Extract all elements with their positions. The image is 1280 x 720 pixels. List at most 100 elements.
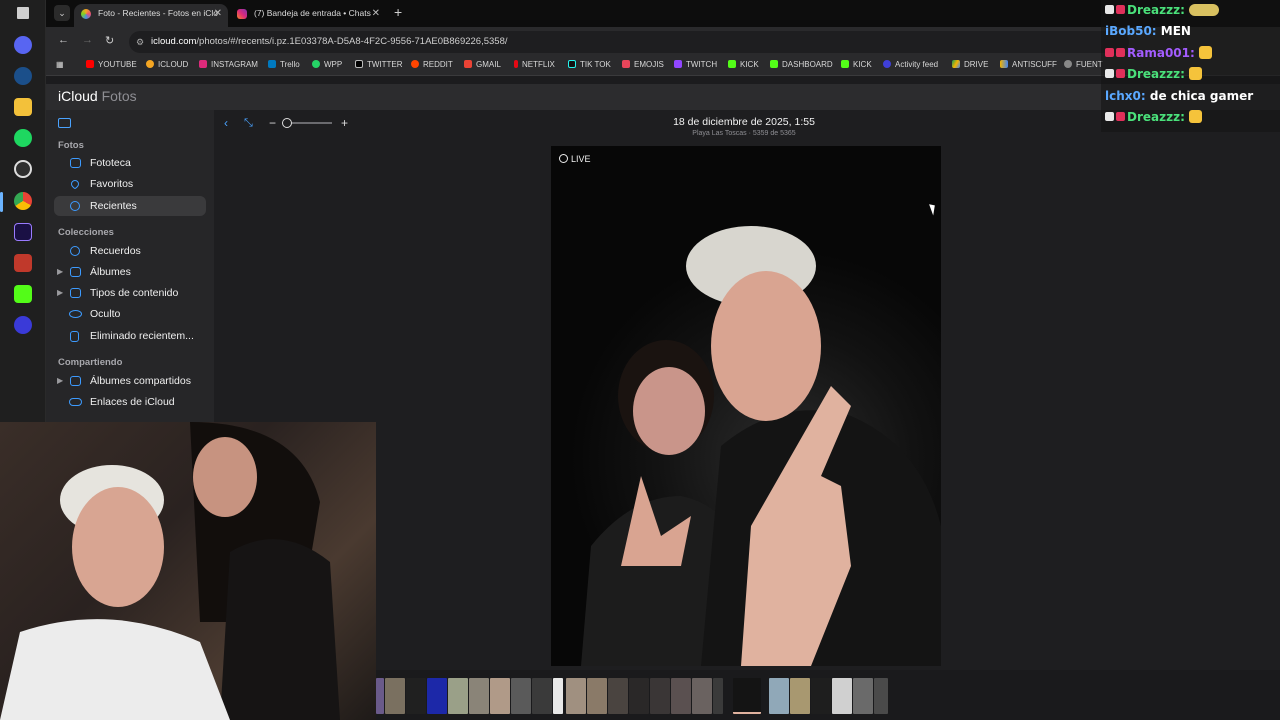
thumbnail[interactable] xyxy=(650,678,670,714)
thumbnail[interactable] xyxy=(790,678,810,714)
close-tab-icon[interactable]: ✕ xyxy=(372,4,380,23)
premiere-icon[interactable] xyxy=(14,223,32,241)
reddit-icon xyxy=(411,60,419,68)
sidebar-item-recuerdos[interactable]: Recuerdos xyxy=(54,241,206,261)
disclosure-chevron-icon[interactable]: ▶ xyxy=(57,262,63,282)
icloud-photos-logo[interactable]: iCloud Fotos xyxy=(58,88,137,104)
thumbnail[interactable] xyxy=(566,678,586,714)
thumbnail[interactable] xyxy=(629,678,649,714)
sidebar-item-albumes[interactable]: ▶ Álbumes xyxy=(54,262,206,282)
bookmark-reddit[interactable]: REDDIT xyxy=(411,60,453,69)
disclosure-chevron-icon[interactable]: ▶ xyxy=(57,283,63,303)
new-tab-plus-icon[interactable]: + xyxy=(394,4,402,20)
file-explorer-icon[interactable] xyxy=(14,98,32,116)
thumbnail[interactable] xyxy=(532,678,552,714)
bookmark-activity-feed[interactable]: Activity feed xyxy=(883,60,938,69)
thumbnail[interactable] xyxy=(853,678,873,714)
thumbnail[interactable] xyxy=(692,678,712,714)
thumbnail[interactable] xyxy=(427,678,447,714)
address-bar[interactable]: ⚙ icloud.com/photos/#/recents/i.pz.1E033… xyxy=(129,31,1129,53)
bookmark-kick[interactable]: KICK xyxy=(728,60,759,69)
obs-icon[interactable] xyxy=(14,160,32,178)
discord-icon[interactable] xyxy=(14,36,32,54)
tab-search-chevron-icon[interactable]: ⌄ xyxy=(54,5,70,21)
thumbnail[interactable] xyxy=(490,678,510,714)
zoom-out-icon[interactable]: − xyxy=(269,116,276,130)
live-photo-badge[interactable]: LIVE xyxy=(559,154,591,164)
thumbnail[interactable] xyxy=(469,678,489,714)
thumbnail[interactable] xyxy=(713,678,723,714)
webcam-woman-body xyxy=(220,539,340,720)
sidebar-toggle-icon[interactable] xyxy=(58,118,71,128)
bookmark-tiktok[interactable]: TIK TOK xyxy=(568,60,611,69)
webcam-woman-face xyxy=(193,437,257,517)
thumbnail[interactable] xyxy=(811,678,831,714)
thumbnail[interactable] xyxy=(769,678,789,714)
bookmark-wpp[interactable]: WPP xyxy=(312,60,342,69)
vip-badge-icon xyxy=(1116,112,1125,121)
tab-icloud-photos[interactable]: Foto - Recientes - Fotos en iClo ✕ xyxy=(74,4,228,27)
bookmark-netflix[interactable]: NETFLIX xyxy=(514,60,555,69)
mod-badge-icon xyxy=(1105,69,1114,78)
tab-title: Foto - Recientes - Fotos en iClo xyxy=(98,8,218,18)
disclosure-chevron-icon[interactable]: ▶ xyxy=(57,371,63,391)
chrome-icon[interactable] xyxy=(14,192,32,210)
thumbnail[interactable] xyxy=(448,678,468,714)
chat-username: iBob50: xyxy=(1105,24,1157,38)
thumbnail[interactable] xyxy=(553,678,563,714)
apps-grid-icon[interactable]: ▦ xyxy=(56,60,64,69)
zoom-slider-knob[interactable] xyxy=(282,118,292,128)
spotify-icon[interactable] xyxy=(14,129,32,147)
thumbnail[interactable] xyxy=(376,678,384,714)
thumbnail[interactable] xyxy=(406,678,426,714)
sidebar-item-fototeca[interactable]: Fototeca xyxy=(54,153,206,173)
exit-fullscreen-icon[interactable]: ⤡ xyxy=(244,117,253,130)
sidebar-item-favoritos[interactable]: Favoritos xyxy=(54,174,206,194)
back-chevron-icon[interactable]: ‹ xyxy=(224,116,228,130)
sidebar-item-tipos-de-contenido[interactable]: ▶ Tipos de contenido xyxy=(54,283,206,303)
bookmark-icloud[interactable]: ICLOUD xyxy=(146,60,188,69)
bookmark-youtube[interactable]: YOUTUBE xyxy=(86,60,137,69)
bookmark-emojis[interactable]: EMOJIS xyxy=(622,60,664,69)
bookmark-instagram[interactable]: INSTAGRAM xyxy=(199,60,258,69)
forward-arrow-icon[interactable]: → xyxy=(82,34,93,46)
close-tab-icon[interactable]: ✕ xyxy=(214,4,222,23)
thumbnail-selected[interactable] xyxy=(733,678,761,714)
thumbs-up-emoji-icon xyxy=(1189,110,1203,123)
bookmark-antiscuff[interactable]: ANTISCUFF xyxy=(1000,60,1057,69)
thumbnail[interactable] xyxy=(874,678,888,714)
windows-start-icon[interactable] xyxy=(17,7,29,19)
thumbnail[interactable] xyxy=(587,678,607,714)
main-photo[interactable]: LIVE xyxy=(551,146,941,666)
sidebar-item-enlaces-de-icloud[interactable]: Enlaces de iCloud xyxy=(54,392,206,412)
sidebar-item-albumes-compartidos[interactable]: ▶ Álbumes compartidos xyxy=(54,371,206,391)
bookmark-trello[interactable]: Trello xyxy=(268,60,300,69)
steam-icon[interactable] xyxy=(14,67,32,85)
bookmark-gmail[interactable]: GMAIL xyxy=(464,60,501,69)
movie-maker-icon[interactable] xyxy=(14,254,32,272)
icloud-link-icon xyxy=(69,398,82,406)
bookmark-kick-2[interactable]: KICK xyxy=(841,60,872,69)
bookmark-fuentes[interactable]: FUENT xyxy=(1064,60,1103,69)
thumbnail[interactable] xyxy=(608,678,628,714)
bookmark-twitter[interactable]: TWITTER xyxy=(355,60,403,69)
sidebar-item-eliminado-recientemente[interactable]: Eliminado recientem... xyxy=(54,326,206,346)
globe-icon xyxy=(1064,60,1072,68)
bookmark-drive[interactable]: DRIVE xyxy=(952,60,988,69)
thumbnail[interactable] xyxy=(671,678,691,714)
sidebar-item-oculto[interactable]: Oculto xyxy=(54,304,206,324)
reload-icon[interactable]: ↻ xyxy=(105,34,114,47)
thumbnail[interactable] xyxy=(832,678,852,714)
site-settings-icon[interactable]: ⚙ xyxy=(136,31,144,53)
thumbnail[interactable] xyxy=(385,678,405,714)
bookmark-twitch[interactable]: TWITCH xyxy=(674,60,717,69)
back-arrow-icon[interactable]: ← xyxy=(58,34,69,46)
bookmark-dashboard[interactable]: DASHBOARD xyxy=(770,60,833,69)
thumbnail[interactable] xyxy=(511,678,531,714)
active-app-indicator xyxy=(0,192,3,212)
kick-icon[interactable] xyxy=(14,285,32,303)
zoom-in-icon[interactable]: + xyxy=(341,116,348,130)
tab-instagram-inbox[interactable]: (7) Bandeja de entrada • Chats ✕ xyxy=(230,4,386,27)
audio-app-icon[interactable] xyxy=(14,316,32,334)
sidebar-item-recientes[interactable]: Recientes xyxy=(54,196,206,216)
